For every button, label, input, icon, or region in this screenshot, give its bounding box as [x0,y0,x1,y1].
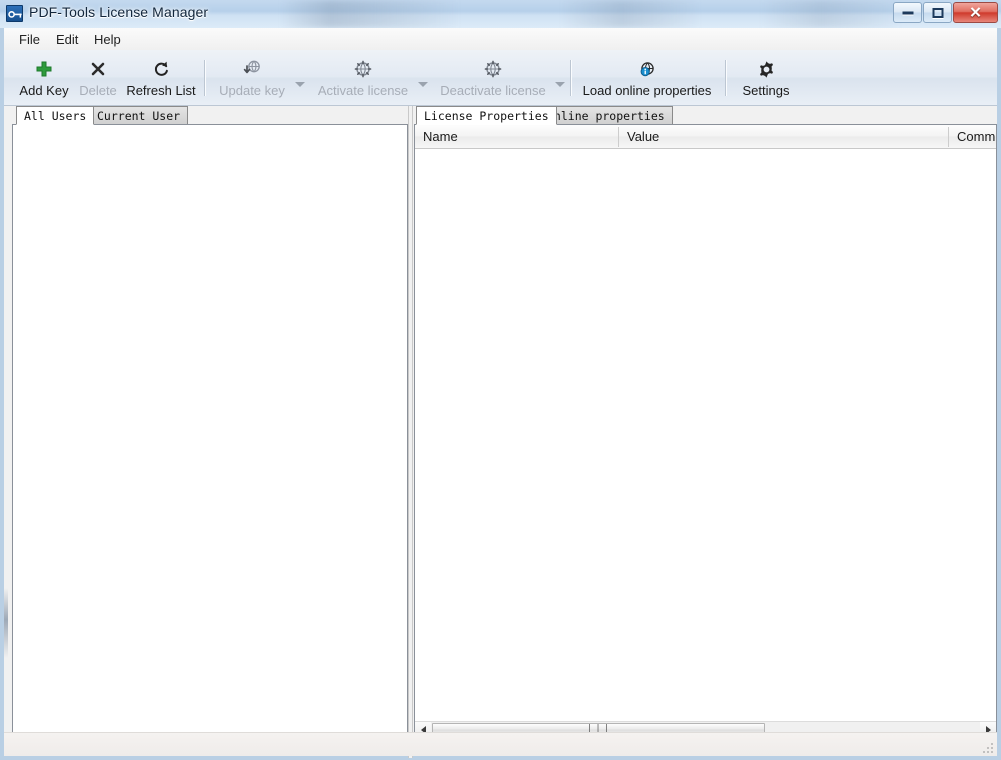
add-key-button[interactable]: Add Key [14,54,74,102]
tab-all-users[interactable]: All Users [16,106,95,125]
delete-label: Delete [79,83,117,98]
restore-button[interactable] [923,2,952,23]
key-icon [6,5,23,22]
refresh-icon [152,58,170,80]
deactivate-license-dropdown-arrow[interactable] [555,82,565,87]
deactivate-license-label: Deactivate license [440,83,546,98]
close-button[interactable]: ✕ [953,2,998,23]
tab-current-user[interactable]: Current User [89,106,189,125]
properties-grid[interactable]: Name Value Comm ❘❘❘ [414,124,997,738]
plus-icon [35,58,53,80]
deactivate-license-button[interactable]: Deactivate license [432,54,554,102]
globe-info-icon [638,58,657,80]
gear-icon [757,58,776,80]
activate-license-dropdown-arrow[interactable] [418,82,428,87]
menu-edit[interactable]: Edit [49,31,85,48]
window-controls: ✕ [893,2,998,24]
column-header-comment[interactable]: Comm [949,125,996,148]
refresh-list-button[interactable]: Refresh List [122,54,200,102]
settings-label: Settings [742,83,790,98]
add-key-label: Add Key [19,83,69,98]
status-bar [4,732,997,756]
globe-download-icon [242,58,262,80]
window-title: PDF-Tools License Manager [29,4,209,20]
client-area: File Edit Help Add Key Delete Refresh Li… [0,28,1001,760]
update-key-dropdown-arrow[interactable] [295,82,305,87]
toolbar-separator-1 [204,60,205,96]
toolbar-separator-3 [725,60,726,96]
update-key-label: Update key [219,83,285,98]
resize-grip-icon[interactable] [982,742,994,754]
application-window: PDF-Tools License Manager ✕ File Edit He… [0,0,1001,760]
settings-button[interactable]: Settings [731,54,801,102]
toolbar-separator-2 [570,60,571,96]
toolbar: Add Key Delete Refresh List Update key A… [4,50,997,106]
pane-splitter[interactable] [408,106,413,758]
activate-license-label: Activate license [317,83,409,98]
update-key-button[interactable]: Update key [210,54,294,102]
window-edge-grip[interactable] [4,588,8,658]
activate-license-button[interactable]: Activate license [308,54,418,102]
menu-bar: File Edit Help [4,28,997,51]
tab-license-properties[interactable]: License Properties [416,106,557,125]
load-online-properties-button[interactable]: Load online properties [576,54,718,102]
column-header-name[interactable]: Name [415,125,618,148]
minimize-icon [902,11,913,14]
menu-file[interactable]: File [12,31,47,48]
grid-body[interactable] [415,149,996,720]
delete-button[interactable]: Delete [72,54,124,102]
menu-help[interactable]: Help [87,31,128,48]
refresh-list-label: Refresh List [126,83,196,98]
client-inner: File Edit Help Add Key Delete Refresh Li… [4,28,997,758]
restore-icon [932,7,943,18]
globe-gear-icon [483,58,503,80]
properties-pane: License Properties Online properties Nam… [414,106,997,758]
users-list[interactable] [12,124,408,738]
load-online-properties-label: Load online properties [582,83,712,98]
tab-online-properties[interactable]: Online properties [539,106,673,125]
column-header-value[interactable]: Value [619,125,948,148]
minimize-button[interactable] [893,2,922,23]
close-icon: ✕ [969,4,982,21]
title-bar: PDF-Tools License Manager ✕ [0,0,1001,29]
grid-header-row: Name Value Comm [415,125,996,149]
users-pane: All Users Current User [12,106,408,758]
cross-icon [89,58,107,80]
globe-gear-icon [353,58,373,80]
